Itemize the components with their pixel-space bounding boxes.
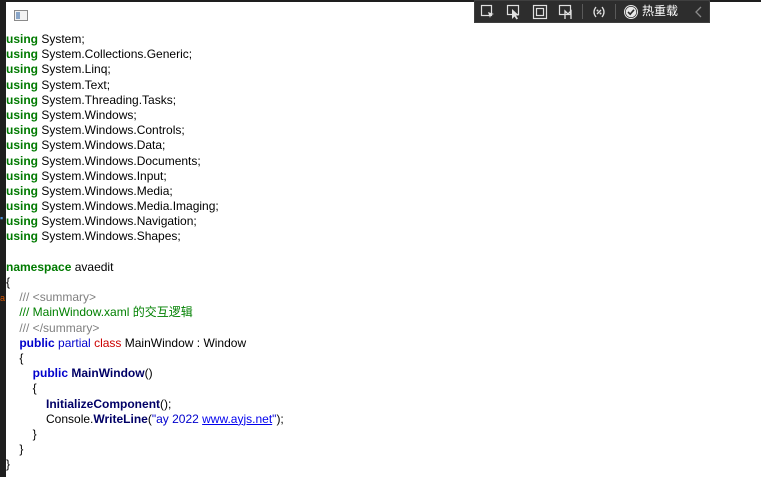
code-line: using System.Windows;	[6, 107, 137, 122]
code-line: using System.Windows.Navigation;	[6, 214, 197, 229]
adorners-icon	[532, 4, 548, 19]
code-line: {	[6, 275, 11, 289]
code-line: }	[6, 457, 11, 472]
code-line: }	[19, 442, 24, 457]
select-element-icon	[480, 4, 494, 18]
track-focus-button[interactable]	[553, 1, 579, 22]
code-line: using System.Windows.Data;	[6, 138, 166, 153]
code-line: using System.Windows.Shapes;	[6, 229, 181, 244]
track-focus-icon	[558, 4, 572, 19]
app-window-icon[interactable]	[14, 10, 28, 21]
code-line: using System.Windows.Input;	[6, 168, 167, 183]
code-line: using System.Collections.Generic;	[6, 47, 193, 62]
code-line: using System.Threading.Tasks;	[6, 92, 177, 107]
code-line: {	[19, 350, 24, 365]
code-line: using System.Windows.Documents;	[6, 153, 201, 168]
toolbar-separator	[582, 4, 583, 19]
code-window: using System; using System.Collections.G…	[6, 2, 761, 477]
class-declaration-line: public partial class MainWindow : Window	[19, 335, 247, 350]
toolbar-separator	[615, 4, 616, 19]
hot-reload-label: 热重载	[642, 4, 679, 18]
namespace-line: namespace avaedit	[6, 259, 114, 274]
constructor-line: public MainWindow()	[32, 366, 153, 381]
code-line: using System.Text;	[6, 77, 111, 92]
hot-reload-toolbar: 热重载	[474, 0, 710, 23]
gutter-mark-blue: ▪	[0, 213, 4, 223]
check-circle-icon	[624, 4, 638, 19]
collapse-toolbar-button[interactable]	[689, 1, 709, 22]
pointer-icon	[506, 4, 520, 19]
code-line: using System.Windows.Controls;	[6, 123, 185, 138]
doc-comment-line: /// </summary>	[19, 320, 100, 335]
init-call-line: InitializeComponent();	[46, 396, 172, 411]
code-line: }	[32, 426, 37, 441]
code-line: using System.Windows.Media;	[6, 183, 173, 198]
code-line: {	[32, 381, 37, 396]
url-link[interactable]: www.ayjs.net	[202, 412, 272, 426]
select-element-button[interactable]	[475, 1, 501, 22]
binding-failures-button[interactable]	[586, 1, 612, 22]
display-adorners-button[interactable]	[527, 1, 553, 22]
hot-reload-status[interactable]: 热重载	[619, 1, 682, 22]
code-line: using System.Windows.Media.Imaging;	[6, 199, 219, 214]
doc-comment-line: /// <summary>	[19, 290, 97, 305]
doc-comment-line: /// MainWindow.xaml 的交互逻辑	[19, 305, 193, 320]
code-editor[interactable]: using System; using System.Collections.G…	[6, 32, 761, 472]
pointer-button[interactable]	[501, 1, 527, 22]
console-line: Console.WriteLine("ay 2022 www.ayjs.net"…	[46, 411, 284, 426]
gutter-mark: a	[0, 293, 6, 303]
code-line: using System;	[6, 32, 85, 46]
chevron-left-icon	[695, 6, 702, 17]
binding-icon	[593, 6, 605, 17]
code-line: using System.Linq;	[6, 62, 111, 77]
